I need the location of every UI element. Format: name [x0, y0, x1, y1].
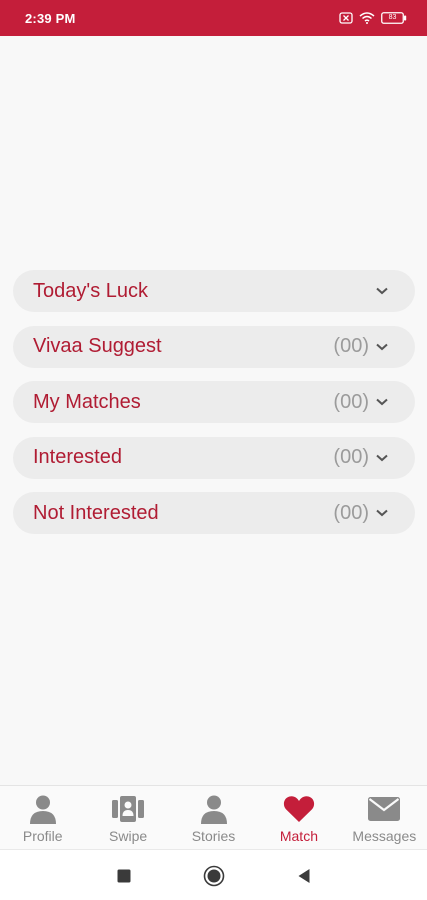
section-meta: (00): [333, 502, 389, 525]
nav-label: Profile: [22, 828, 63, 844]
sim-off-icon: [339, 12, 353, 24]
nav-messages[interactable]: Messages: [342, 786, 427, 849]
match-section-list: Today's Luck Vivaa Suggest (00) My Match…: [13, 270, 415, 548]
section-interested[interactable]: Interested (00): [13, 436, 415, 479]
battery-level: 83: [388, 14, 397, 21]
nav-label: Match: [279, 828, 318, 844]
bottom-nav: Profile Swipe Stories Match Messages: [0, 785, 427, 849]
person-icon: [26, 792, 60, 826]
chevron-down-icon: [375, 397, 389, 407]
section-todays-luck[interactable]: Today's Luck: [13, 270, 415, 312]
section-my-matches[interactable]: My Matches (00): [13, 381, 415, 423]
section-count: (00): [333, 390, 369, 413]
chevron-down-icon: [375, 342, 389, 352]
status-bar: 2:39 PM 83: [0, 0, 427, 36]
wifi-icon: [359, 12, 375, 24]
person-icon: [197, 792, 231, 826]
section-label: Interested: [33, 446, 122, 468]
section-meta: [369, 286, 389, 296]
chevron-down-icon: [375, 286, 389, 296]
section-label: Not Interested: [33, 501, 159, 524]
section-vivaa-suggest[interactable]: Vivaa Suggest (00): [13, 325, 415, 368]
nav-label: Stories: [191, 828, 236, 844]
nav-label: Messages: [352, 828, 417, 844]
status-icons: 83: [339, 12, 407, 24]
section-count: (00): [333, 446, 369, 468]
chevron-down-icon: [375, 508, 389, 518]
section-count: (00): [333, 501, 369, 524]
swipe-cards-icon: [111, 792, 145, 826]
section-label: Today's Luck: [33, 279, 148, 302]
nav-label: Swipe: [109, 828, 148, 844]
nav-stories[interactable]: Stories: [171, 786, 256, 849]
back-triangle-icon[interactable]: [291, 863, 317, 889]
home-circle-icon[interactable]: [201, 863, 227, 889]
envelope-icon: [367, 792, 401, 826]
system-nav-bar: [0, 849, 427, 900]
battery-icon: 83: [381, 12, 407, 24]
status-time: 2:39 PM: [25, 10, 76, 26]
section-meta: (00): [333, 446, 389, 469]
nav-swipe[interactable]: Swipe: [85, 786, 170, 849]
nav-match[interactable]: Match: [256, 786, 341, 849]
chevron-down-icon: [375, 453, 389, 463]
recents-square-icon[interactable]: [111, 863, 137, 889]
nav-profile[interactable]: Profile: [0, 786, 85, 849]
section-count: (00): [333, 335, 369, 357]
section-not-interested[interactable]: Not Interested (00): [13, 492, 415, 534]
match-screen: 2:39 PM 83 Today's Luck Vivaa Suggest (0…: [0, 0, 427, 900]
heart-icon: [282, 792, 316, 826]
section-meta: (00): [333, 391, 389, 414]
section-label: Vivaa Suggest: [33, 335, 162, 357]
section-meta: (00): [333, 335, 389, 358]
section-label: My Matches: [33, 390, 141, 413]
